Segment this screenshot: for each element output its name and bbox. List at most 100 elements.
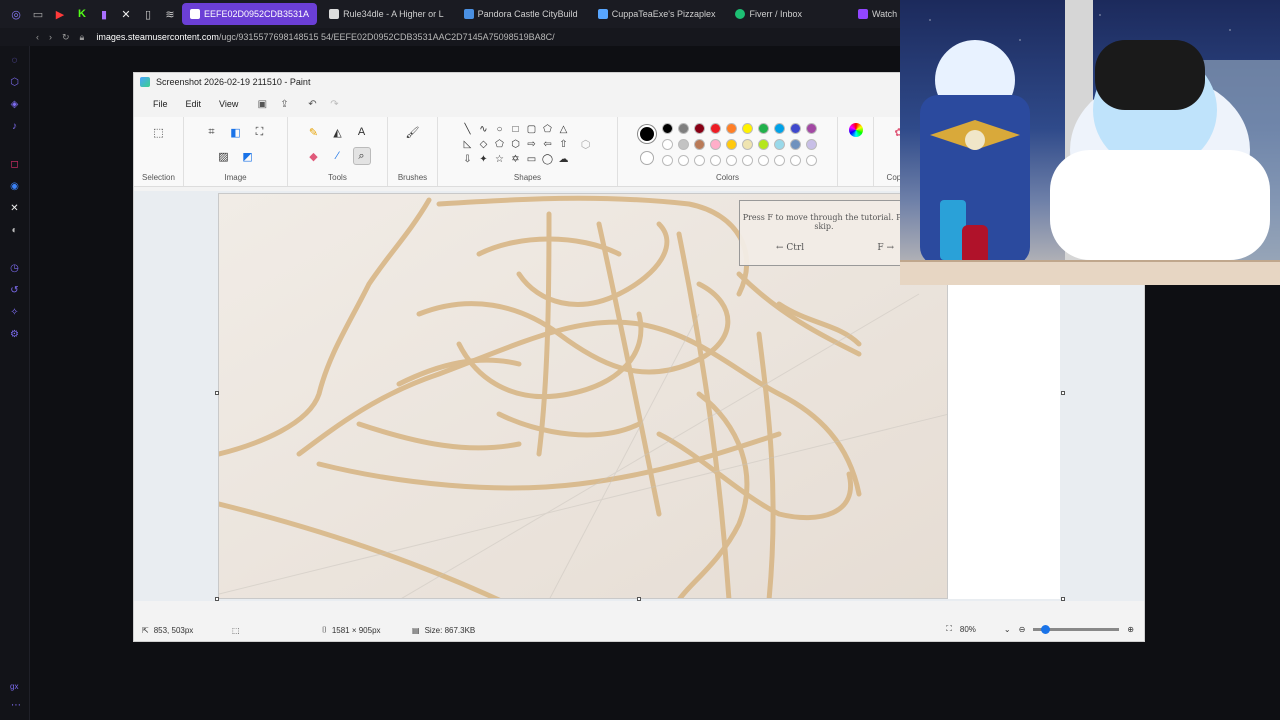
star5-shape-icon[interactable]: ☆ xyxy=(493,153,507,166)
color-swatch[interactable] xyxy=(742,139,753,150)
zoom-select[interactable]: 80% xyxy=(960,625,996,634)
polygon-shape-icon[interactable]: ⬠ xyxy=(541,123,555,136)
right-arrow-shape-icon[interactable]: ⇨ xyxy=(525,138,539,151)
color-swatch[interactable] xyxy=(694,155,705,166)
color-swatch[interactable] xyxy=(742,155,753,166)
outline-icon[interactable]: ⬡ xyxy=(577,136,595,154)
clock-icon[interactable]: ◷ xyxy=(9,262,21,274)
color-swatch[interactable] xyxy=(742,123,753,134)
zoom-slider-knob[interactable] xyxy=(1041,624,1051,634)
star6-shape-icon[interactable]: ✡ xyxy=(509,153,523,166)
x-icon[interactable]: ✕ xyxy=(118,6,134,22)
color-swatch[interactable] xyxy=(710,123,721,134)
color-swatch[interactable] xyxy=(662,155,673,166)
music-icon[interactable]: ♪ xyxy=(9,120,21,132)
color-swatch[interactable] xyxy=(710,139,721,150)
right-triangle-shape-icon[interactable]: ◺ xyxy=(461,138,475,151)
down-arrow-shape-icon[interactable]: ⇩ xyxy=(461,153,475,166)
up-arrow-shape-icon[interactable]: ⇧ xyxy=(557,138,571,151)
color-swatch[interactable] xyxy=(710,155,721,166)
hexagon-shape-icon[interactable]: ⬡ xyxy=(509,138,523,151)
color-swatch[interactable] xyxy=(790,123,801,134)
oval-shape-icon[interactable]: ○ xyxy=(493,123,507,136)
eraser-icon[interactable]: ◆ xyxy=(305,147,323,165)
color-swatch[interactable] xyxy=(774,139,785,150)
zoom-in-icon[interactable]: ⊕ xyxy=(1127,625,1134,634)
pentagon-shape-icon[interactable]: ⬠ xyxy=(493,138,507,151)
fill-icon[interactable]: ◭ xyxy=(329,123,347,141)
save-icon[interactable]: ▣ xyxy=(255,97,269,111)
rotate-icon[interactable]: ◩ xyxy=(239,147,257,165)
curve-shape-icon[interactable]: ∿ xyxy=(477,123,491,136)
opera-logo-icon[interactable]: ◎ xyxy=(8,6,24,22)
color-picker-icon[interactable]: ⁄ xyxy=(329,147,347,165)
remove-bg-icon[interactable]: ▨ xyxy=(215,147,233,165)
rect-shape-icon[interactable]: □ xyxy=(509,123,523,136)
resize-handle-left[interactable] xyxy=(215,391,219,395)
tab-fiverr[interactable]: Fiverr / Inbox xyxy=(727,3,810,25)
canvas-image[interactable]: Press F to move through the tutorial. Pr… xyxy=(218,193,948,599)
diamond-shape-icon[interactable]: ◇ xyxy=(477,138,491,151)
aria-icon[interactable]: ◌ xyxy=(9,54,21,66)
color-swatch[interactable] xyxy=(726,123,737,134)
magnifier-icon[interactable]: ⌕ xyxy=(352,147,371,165)
edit-colors-icon[interactable] xyxy=(848,123,863,137)
tab-rule34dle[interactable]: Rule34dle - A Higher or L xyxy=(321,3,452,25)
fit-icon[interactable]: ⛶ xyxy=(946,624,952,634)
color-swatch[interactable] xyxy=(694,123,705,134)
history-icon[interactable]: ↺ xyxy=(9,284,21,296)
color-swatch[interactable] xyxy=(662,139,673,150)
reload-icon[interactable]: ↻ xyxy=(62,32,70,43)
resize-icon[interactable]: ◧ xyxy=(227,123,245,141)
zoom-out-icon[interactable]: ⊖ xyxy=(1019,625,1026,634)
triangle-shape-icon[interactable]: △ xyxy=(557,123,571,136)
pencil-icon[interactable]: ✎ xyxy=(305,123,323,141)
color-swatch[interactable] xyxy=(790,155,801,166)
color-swatch[interactable] xyxy=(758,155,769,166)
share-icon[interactable]: ⇪ xyxy=(277,97,291,111)
resize-handle-bottom[interactable] xyxy=(637,597,641,601)
menu-view[interactable]: View xyxy=(210,95,247,113)
color-swatch[interactable] xyxy=(774,123,785,134)
crop-icon[interactable]: ⌗ xyxy=(203,123,221,141)
more-icon[interactable]: ⋯ xyxy=(11,700,21,711)
round-rect-shape-icon[interactable]: ▢ xyxy=(525,123,539,136)
file-icon[interactable]: ▯ xyxy=(140,6,156,22)
forward-icon[interactable]: › xyxy=(49,32,52,42)
tab-active[interactable]: EEFE02D0952CDB3531A xyxy=(182,3,318,25)
color-swatch[interactable] xyxy=(758,123,769,134)
color-swatch[interactable] xyxy=(678,139,689,150)
color-swatch[interactable] xyxy=(774,155,785,166)
menu-edit[interactable]: Edit xyxy=(177,95,211,113)
resize-handle-bottom-left[interactable] xyxy=(215,597,219,601)
gaming-icon[interactable]: ◈ xyxy=(9,98,21,110)
callout-rect-shape-icon[interactable]: ▭ xyxy=(525,153,539,166)
url-field[interactable]: images.steamusercontent.com/ugc/93155776… xyxy=(96,32,554,42)
tab-icon-mail[interactable]: ▭ xyxy=(30,6,46,22)
star4-shape-icon[interactable]: ✦ xyxy=(477,153,491,166)
color-swatch[interactable] xyxy=(806,123,817,134)
opera-gx-icon[interactable]: gx xyxy=(10,682,18,691)
twitch-icon[interactable]: ▮ xyxy=(96,6,112,22)
redo-icon[interactable]: ↷ xyxy=(327,97,341,111)
color-swatch[interactable] xyxy=(758,139,769,150)
undo-icon[interactable]: ↶ xyxy=(305,97,319,111)
settings-icon[interactable]: ⚙ xyxy=(9,328,21,340)
color-swatch[interactable] xyxy=(790,139,801,150)
color-swatch[interactable] xyxy=(726,139,737,150)
chevron-down-icon[interactable]: ⌄ xyxy=(1004,625,1011,634)
back-icon[interactable]: ‹ xyxy=(36,32,39,42)
kick-icon[interactable]: K xyxy=(74,6,90,22)
messenger-icon[interactable]: ◉ xyxy=(9,180,21,192)
primary-color[interactable] xyxy=(638,124,656,143)
text-icon[interactable]: A xyxy=(353,123,371,141)
callout-cloud-shape-icon[interactable]: ☁ xyxy=(557,153,571,166)
color-swatch[interactable] xyxy=(726,155,737,166)
tab-pandora[interactable]: Pandora Castle CityBuild xyxy=(456,3,586,25)
callout-oval-shape-icon[interactable]: ◯ xyxy=(541,153,555,166)
extensions-icon[interactable]: ✧ xyxy=(9,306,21,318)
instagram-icon[interactable]: ◻ xyxy=(9,158,21,170)
color-swatch[interactable] xyxy=(694,139,705,150)
menu-file[interactable]: File xyxy=(144,95,177,113)
left-arrow-shape-icon[interactable]: ⇦ xyxy=(541,138,555,151)
